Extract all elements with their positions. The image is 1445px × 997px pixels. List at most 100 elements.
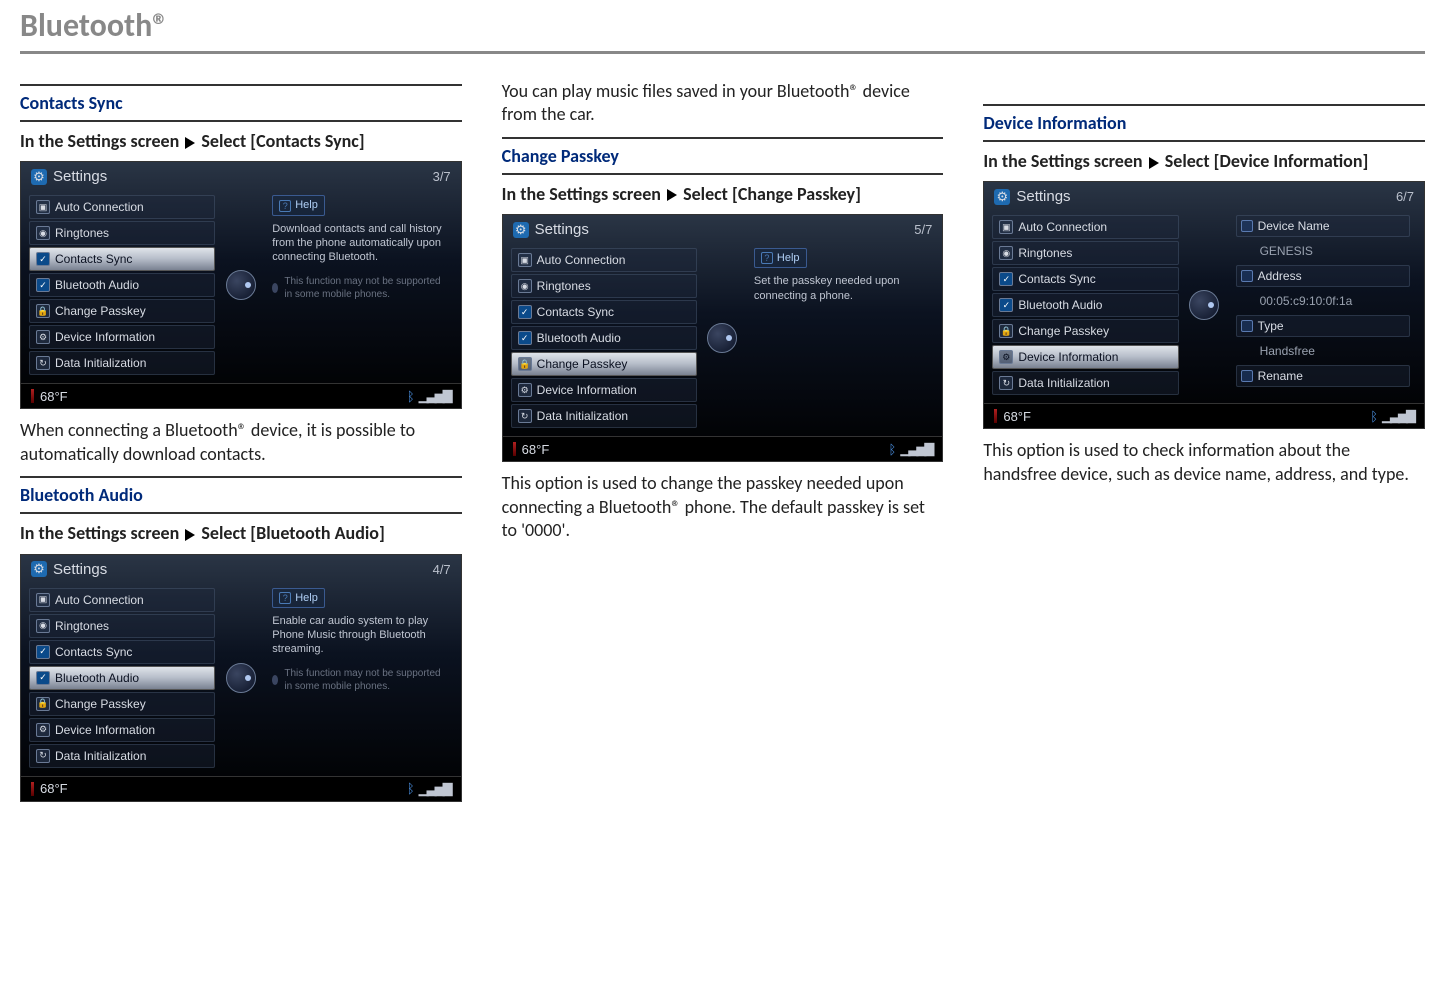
list-item[interactable]: ↻Data Initialization [992,371,1178,395]
screen-title: Settings [53,561,433,578]
rename-icon [1241,370,1253,382]
list-item[interactable]: ⚙ Device Information [29,325,215,349]
instruction-action: Select [Bluetooth Audio] [201,522,384,544]
instruction-prefix: In the Settings screen [502,183,661,205]
list-item-icon: ◉ [36,226,50,240]
list-item[interactable]: ✓Contacts Sync [992,267,1178,291]
list-item[interactable]: 🔒Change Passkey [29,692,215,716]
list-item[interactable]: 🔒Change Passkey [29,299,215,323]
screenshot-bluetooth-audio: ⚙ Settings 4/7 ▣Auto Connection◉Ringtone… [20,554,462,802]
list-item-icon: ↻ [36,749,50,763]
list-item[interactable]: ◉Ringtones [511,274,697,298]
list-item-icon: ✓ [36,645,50,659]
address-value: 00:05:c9:10:0f:1a [1236,291,1410,311]
list-item-label: Data Initialization [55,749,146,763]
help-panel: ? Help Enable car audio system to play Ph… [266,588,452,768]
list-item[interactable]: ▣Auto Connection [29,588,215,612]
help-label-box: ?Help [754,248,807,268]
list-item-label: Data Initialization [1018,376,1109,390]
list-item-icon: ⚙ [518,383,532,397]
list-item[interactable]: ▣Auto Connection [29,195,215,219]
list-item[interactable]: ✓ Bluetooth Audio [992,293,1178,317]
list-item[interactable]: ✓Bluetooth Audio [29,666,215,690]
list-item[interactable]: ✓ Bluetooth Audio [511,326,697,350]
list-item[interactable]: ↻Data Initialization [29,351,215,375]
list-item-label: Ringtones [55,226,109,240]
screenshot-device-info: ⚙ Settings 6/7 ▣Auto Connection◉Ringtone… [983,181,1425,429]
footnote-row: This function may not be supported in so… [272,275,446,301]
list-item[interactable]: ◉ Ringtones [992,241,1178,265]
list-item[interactable]: ▣Auto Connection [511,248,697,272]
list-item-label: Change Passkey [55,304,146,318]
list-item[interactable]: ✓Contacts Sync [29,247,215,271]
list-item-label: Contacts Sync [537,305,614,319]
list-item[interactable]: ◉ Ringtones [29,221,215,245]
question-icon: ? [279,592,291,604]
rename-row: Rename [1236,365,1410,387]
help-text: Download contacts and call history from … [272,222,446,265]
triangle-icon [1149,157,1159,169]
screenshot-contacts-sync: ⚙ Settings 3/7 ▣Auto Connection ◉ Ringtone… [20,161,462,409]
help-text: Enable car audio system to play Phone Mu… [272,614,446,657]
list-item-label: Bluetooth Audio [1018,298,1102,312]
bluetooth-icon: ᛒ [889,442,897,457]
list-item-label: Bluetooth Audio [55,278,139,292]
list-item-icon: ⚙ [36,723,50,737]
list-item[interactable]: ✓Bluetooth Audio [29,273,215,297]
settings-list: ▣Auto Connection◉Ringtones✓Contacts Sync… [511,248,697,428]
list-item-label: Bluetooth Audio [55,671,139,685]
triangle-icon [185,137,195,149]
list-item-icon: ✓ [518,331,532,345]
list-item-icon: ✓ [36,252,50,266]
instruction-contacts-sync: In the Settings screen Select [Contacts … [20,130,462,153]
list-item-label: Ringtones [1018,246,1072,260]
help-label: Help [295,591,318,605]
list-item-icon: 🔒 [999,324,1013,338]
instruction-action: Select [Device Information] [1165,150,1369,172]
list-item[interactable]: ▣Auto Connection [992,215,1178,239]
desc-device-info: This option is used to check information… [983,439,1425,486]
list-item-icon: 🔒 [36,697,50,711]
list-item[interactable]: ↻ Data Initialization [29,744,215,768]
status-bar: 68°F ᛒ ▁▃▅▇ [503,436,943,461]
list-item[interactable]: ↻Data Initialization [511,404,697,428]
instruction-change-passkey: In the Settings screen Select [Change Pa… [502,183,944,206]
instruction-action: Select [Contacts Sync] [201,130,364,152]
list-item-label: Bluetooth Audio [537,331,621,345]
list-item[interactable]: ✓Contacts Sync [29,640,215,664]
desc-contacts-sync: When connecting a Bluetooth® device, it … [20,419,462,466]
page-title: Bluetooth® [20,0,1425,54]
list-item-icon: ✓ [999,298,1013,312]
screenshot-change-passkey: ⚙ Settings 5/7 ▣Auto Connection◉Ringtone… [502,214,944,462]
screen-header: ⚙ Settings 3/7 [21,162,461,191]
list-item-icon: ▣ [36,593,50,607]
instruction-prefix: In the Settings screen [20,522,179,544]
list-item-icon: 🔒 [518,357,532,371]
list-item[interactable]: 🔒Change Passkey [992,319,1178,343]
bluetooth-icon: ᛒ [407,389,415,404]
list-item-icon: ◉ [999,246,1013,260]
list-item[interactable]: ⚙ Device Information [511,378,697,402]
list-item-label: Device Information [55,330,155,344]
list-item[interactable]: ⚙Device Information [992,345,1178,369]
temperature: 68°F [1003,409,1031,424]
list-item-label: Auto Connection [55,200,144,214]
list-item[interactable]: ⚙Device Information [29,718,215,742]
instruction-bluetooth-audio: In the Settings screen Select [Bluetooth… [20,522,462,545]
list-item[interactable]: ◉Ringtones [29,614,215,638]
type-row: Type [1236,315,1410,337]
temperature: 68°F [522,442,550,457]
temperature: 68°F [40,389,68,404]
instruction-prefix: In the Settings screen [20,130,179,152]
list-item-label: Device Information [537,383,637,397]
screen-header: ⚙ Settings 5/7 [503,215,943,244]
desc-change-passkey: This option is used to change the passke… [502,472,944,542]
list-item[interactable]: 🔒Change Passkey [511,352,697,376]
thermometer-icon [31,782,34,796]
thermometer-icon [31,389,34,403]
temperature: 68°F [40,781,68,796]
list-item-icon: ▣ [518,253,532,267]
list-item[interactable]: ✓Contacts Sync [511,300,697,324]
list-item-icon: ⚙ [36,330,50,344]
page-indicator: 5/7 [914,222,932,237]
